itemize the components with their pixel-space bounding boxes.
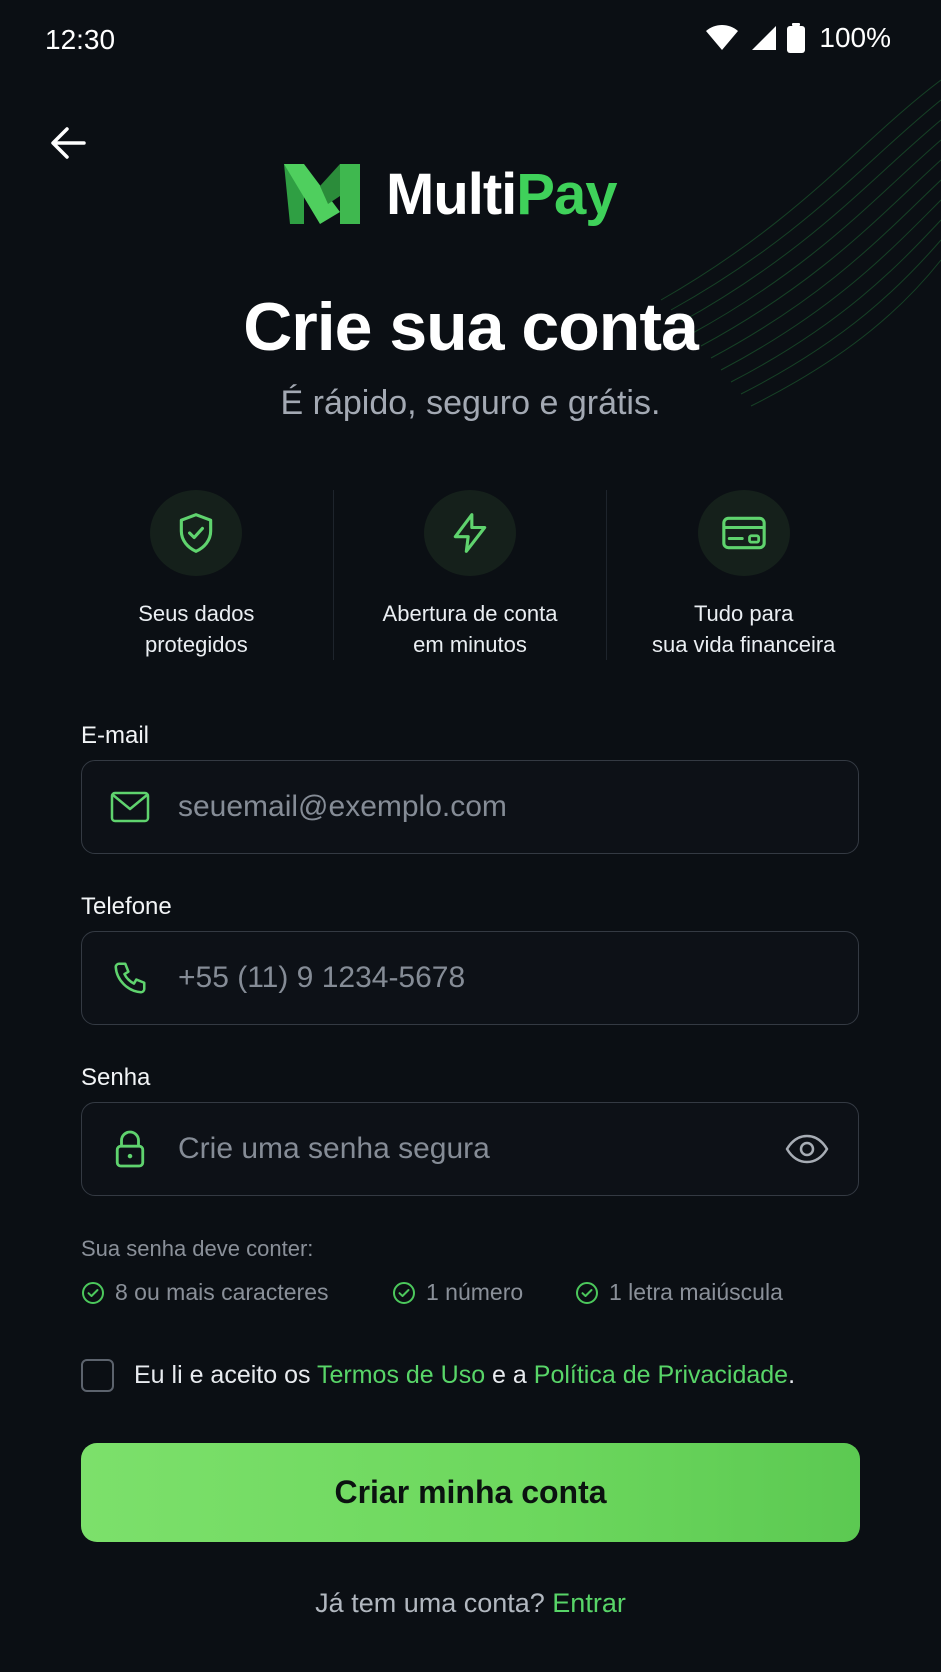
feature-secure-data: Seus dados protegidos: [60, 490, 333, 660]
check-circle-icon: [393, 1281, 415, 1304]
privacy-policy-link[interactable]: Política de Privacidade: [534, 1361, 788, 1389]
terms-text: Eu li e aceito os Termos de Uso e a Polí…: [134, 1361, 795, 1390]
feature-icon-wrap: [150, 490, 243, 576]
logo-text-multi: Multi: [386, 161, 517, 227]
show-password-button[interactable]: [782, 1124, 832, 1174]
phone-input[interactable]: [178, 961, 858, 995]
logo-mark-icon: [284, 164, 360, 224]
check-circle-icon: [576, 1281, 598, 1304]
feature-list: Seus dados protegidos Abertura de conta …: [60, 490, 880, 660]
password-label: Senha: [81, 1064, 151, 1091]
phone-label: Telefone: [81, 893, 172, 920]
email-input[interactable]: [178, 790, 858, 824]
password-rule-text: 1 letra maiúscula: [609, 1279, 783, 1305]
password-rules: 8 ou mais caracteres 1 número 1 letra ma…: [0, 1279, 941, 1309]
eye-icon: [785, 1134, 829, 1164]
feature-label: Tudo para sua vida financeira: [651, 601, 836, 657]
card-icon: [721, 516, 766, 550]
logo-wordmark: MultiPay: [386, 161, 618, 228]
phone-icon: [108, 956, 152, 1000]
terms-prefix: Eu li e aceito os: [134, 1361, 317, 1389]
battery-icon: [787, 23, 806, 53]
page-title: Crie sua conta: [243, 289, 699, 365]
terms-checkbox[interactable]: [81, 1359, 114, 1392]
lock-icon: [108, 1127, 152, 1171]
wifi-icon: [706, 25, 739, 50]
status-time: 12:30: [45, 24, 116, 55]
password-rule: 1 número: [392, 1279, 523, 1306]
password-rule: 8 ou mais caracteres: [81, 1279, 328, 1306]
email-label: E-mail: [81, 722, 150, 749]
page-subtitle: É rápido, seguro e grátis.: [280, 384, 661, 422]
terms-of-use-link[interactable]: Termos de Uso: [317, 1361, 485, 1389]
password-rule: 1 letra maiúscula: [575, 1279, 783, 1306]
password-field[interactable]: [81, 1102, 859, 1196]
feature-icon-wrap: [424, 490, 516, 576]
password-input[interactable]: [178, 1132, 782, 1166]
feature-icon-wrap: [697, 490, 790, 576]
battery-percent: 100%: [819, 22, 891, 53]
terms-suffix: .: [788, 1361, 796, 1389]
status-bar: 12:30 100%: [0, 0, 941, 80]
signin-link[interactable]: Entrar: [552, 1588, 626, 1618]
back-button[interactable]: [40, 115, 96, 171]
multipay-logo: MultiPay: [280, 160, 618, 228]
email-field[interactable]: [81, 760, 859, 854]
terms-row: Eu li e aceito os Termos de Uso e a Polí…: [81, 1359, 795, 1392]
logo-text-pay: Pay: [516, 161, 617, 227]
shield-check-icon: [180, 513, 213, 553]
signin-row: Já tem uma conta? Entrar: [0, 1588, 941, 1619]
feature-fast-opening: Abertura de conta em minutos: [332, 490, 607, 660]
create-account-button[interactable]: Criar minha conta: [81, 1443, 860, 1542]
status-icons: 100%: [705, 22, 891, 54]
terms-middle: e a: [485, 1361, 534, 1389]
mail-icon: [108, 785, 152, 829]
password-rule-text: 8 ou mais caracteres: [115, 1279, 329, 1305]
feature-financial-life: Tudo para sua vida financeira: [606, 490, 880, 660]
signin-prompt: Já tem uma conta?: [315, 1588, 553, 1618]
password-rule-text: 1 número: [426, 1279, 524, 1305]
check-circle-icon: [82, 1281, 104, 1304]
phone-field[interactable]: [81, 931, 859, 1025]
feature-label: Seus dados protegidos: [138, 601, 255, 657]
arrow-left-icon: [51, 127, 86, 159]
password-hint: Sua senha deve conter:: [81, 1236, 314, 1261]
lightning-icon: [453, 513, 487, 553]
feature-label: Abertura de conta em minutos: [382, 601, 558, 657]
signal-icon: [752, 26, 777, 50]
